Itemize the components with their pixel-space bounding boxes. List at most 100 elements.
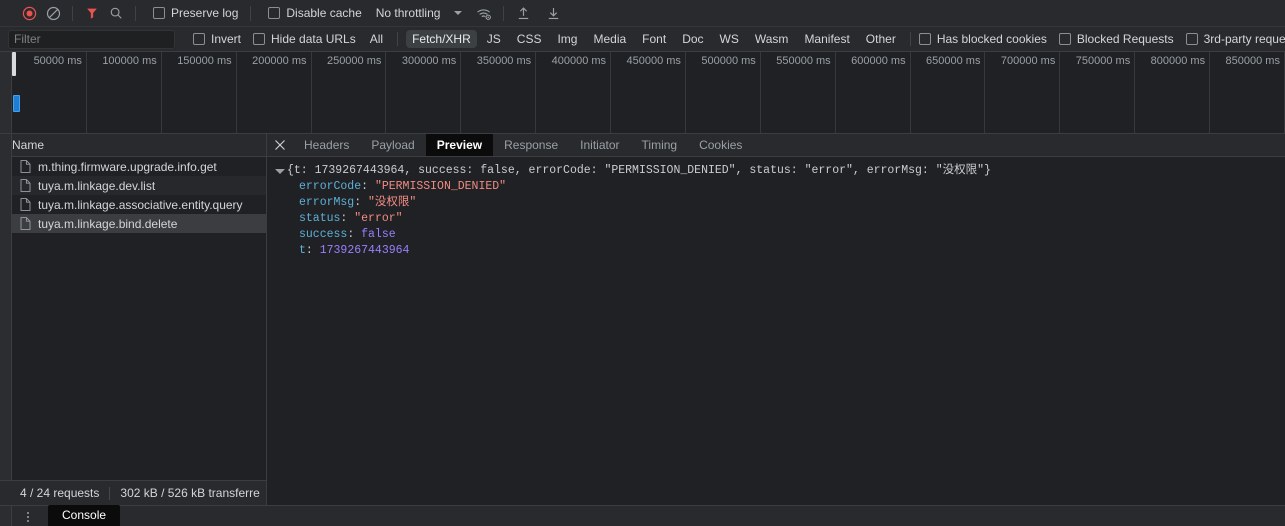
close-icon[interactable] [267, 134, 293, 156]
type-filter-all[interactable]: All [364, 30, 389, 48]
json-property-row[interactable]: errorMsg: "没权限" [275, 195, 1285, 211]
type-filter-other[interactable]: Other [860, 30, 902, 48]
timeline-tick: 300000 ms [386, 52, 462, 133]
type-filter-media[interactable]: Media [587, 30, 632, 48]
drawer-tab-bar: Console [0, 505, 1285, 526]
request-row[interactable]: tuya.m.linkage.bind.delete [0, 214, 266, 233]
json-property-row[interactable]: errorCode: "PERMISSION_DENIED" [275, 179, 1285, 195]
disable-cache-checkbox[interactable]: Disable cache [268, 6, 362, 20]
drawer-resize-handle[interactable] [27, 512, 29, 522]
overview-request-bar[interactable] [13, 95, 20, 112]
document-icon [20, 217, 31, 230]
json-summary-line[interactable]: {t: 1739267443964, success: false, error… [275, 163, 1285, 179]
tab-payload[interactable]: Payload [360, 134, 425, 156]
third-party-requests-checkbox[interactable]: 3rd-party requests [1185, 32, 1285, 46]
tab-timing[interactable]: Timing [631, 134, 689, 156]
timeline-tick-label: 550000 ms [776, 55, 831, 67]
document-icon [20, 179, 31, 192]
request-list-gutter [0, 134, 12, 480]
has-blocked-cookies-box[interactable] [918, 33, 931, 45]
network-toolbar: Preserve log Disable cache No throttling [0, 0, 1285, 27]
transfer-size: 302 kB / 526 kB transferre [120, 486, 260, 500]
json-property-row[interactable]: t: 1739267443964 [275, 243, 1285, 259]
disclosure-triangle-icon[interactable] [275, 169, 285, 174]
filter-funnel-icon[interactable] [80, 3, 104, 23]
invert-box[interactable] [193, 33, 205, 45]
tab-initiator[interactable]: Initiator [569, 134, 630, 156]
json-property-row[interactable]: success: false [275, 227, 1285, 243]
json-property-key: success [299, 228, 348, 241]
document-icon [20, 160, 31, 173]
column-header-name[interactable]: Name [12, 138, 44, 152]
has-blocked-cookies-checkbox[interactable]: Has blocked cookies [918, 32, 1047, 46]
throttling-select[interactable]: No throttling [376, 6, 441, 20]
tab-preview[interactable]: Preview [425, 134, 494, 156]
blocked-requests-box[interactable] [1058, 33, 1071, 45]
request-row[interactable]: m.thing.firmware.upgrade.info.get [0, 157, 266, 176]
tab-headers[interactable]: Headers [293, 134, 360, 156]
filter-divider-2 [909, 32, 911, 46]
hide-data-urls-checkbox[interactable]: Hide data URLs [253, 32, 356, 46]
overview-gutter [0, 52, 12, 133]
type-filter-fetch-xhr[interactable]: Fetch/XHR [406, 30, 477, 48]
json-property-value: "PERMISSION_DENIED" [374, 180, 507, 193]
wifi-settings-icon[interactable] [472, 3, 496, 23]
timeline-tick: 250000 ms [312, 52, 387, 133]
request-name: tuya.m.linkage.associative.entity.query [38, 197, 243, 212]
blocked-requests-label: Blocked Requests [1076, 32, 1174, 46]
network-overview[interactable]: 50000 ms 100000 ms 150000 ms 200000 ms 25000… [0, 52, 1285, 134]
third-party-requests-box[interactable] [1185, 33, 1198, 45]
toolbar-divider-2 [135, 5, 136, 21]
blocked-requests-checkbox[interactable]: Blocked Requests [1058, 32, 1174, 46]
json-colon: : [340, 212, 355, 225]
preserve-log-checkbox[interactable]: Preserve log [153, 6, 238, 20]
request-row[interactable]: tuya.m.linkage.dev.list [0, 176, 266, 195]
type-filter-ws[interactable]: WS [714, 30, 745, 48]
detail-tab-bar: Headers Payload Preview Response Initiator Ti… [267, 134, 1285, 157]
upload-icon[interactable] [511, 3, 535, 23]
tab-console[interactable]: Console [48, 505, 121, 526]
tab-cookies[interactable]: Cookies [688, 134, 753, 156]
timeline-tick-label: 50000 ms [33, 55, 82, 67]
timeline-tick: 700000 ms [985, 52, 1061, 133]
type-filter-img[interactable]: Img [551, 30, 583, 48]
detail-tabs: Headers Payload Preview Response Initiator Ti… [293, 134, 753, 156]
hide-data-urls-box[interactable] [253, 33, 266, 45]
type-filter-js[interactable]: JS [481, 30, 507, 48]
timeline-tick-label: 250000 ms [326, 55, 382, 67]
type-filter-font[interactable]: Font [636, 30, 672, 48]
json-colon: : [354, 196, 369, 209]
json-property-key: t [299, 244, 306, 257]
download-icon[interactable] [541, 3, 565, 23]
timeline-tick-label: 500000 ms [701, 55, 756, 67]
json-property-row[interactable]: status: "error" [275, 211, 1285, 227]
timeline-tick-label: 750000 ms [1075, 55, 1131, 67]
clear-icon[interactable] [41, 3, 65, 23]
timeline-tick-label: 600000 ms [851, 55, 906, 67]
disable-cache-label: Disable cache [286, 6, 362, 20]
request-rows: m.thing.firmware.upgrade.info.get tuya.m.… [0, 157, 266, 480]
type-filter-manifest[interactable]: Manifest [798, 30, 855, 48]
disable-cache-box[interactable] [268, 7, 281, 19]
hide-data-urls-label: Hide data URLs [271, 32, 356, 46]
filter-input[interactable] [8, 29, 175, 49]
invert-checkbox[interactable]: Invert [193, 32, 241, 46]
timeline-tick: 400000 ms [536, 52, 612, 133]
json-property-key: errorCode [299, 180, 362, 193]
timeline-tick: 650000 ms [911, 52, 986, 133]
type-filter-doc[interactable]: Doc [676, 30, 709, 48]
has-blocked-cookies-label: Has blocked cookies [936, 32, 1047, 46]
timeline-tick: 450000 ms [611, 52, 686, 133]
request-name: m.thing.firmware.upgrade.info.get [38, 159, 217, 174]
search-icon[interactable] [104, 3, 128, 23]
type-filter-css[interactable]: CSS [511, 30, 548, 48]
timeline-tick: 200000 ms [237, 52, 312, 133]
timeline-tick-label: 650000 ms [926, 55, 981, 67]
overview-left-handle[interactable] [12, 52, 16, 76]
tab-response[interactable]: Response [493, 134, 569, 156]
request-row[interactable]: tuya.m.linkage.associative.entity.query [0, 195, 266, 214]
record-icon[interactable] [17, 3, 41, 23]
chevron-down-icon[interactable] [454, 11, 463, 15]
preserve-log-box[interactable] [153, 7, 165, 19]
type-filter-wasm[interactable]: Wasm [749, 30, 795, 48]
